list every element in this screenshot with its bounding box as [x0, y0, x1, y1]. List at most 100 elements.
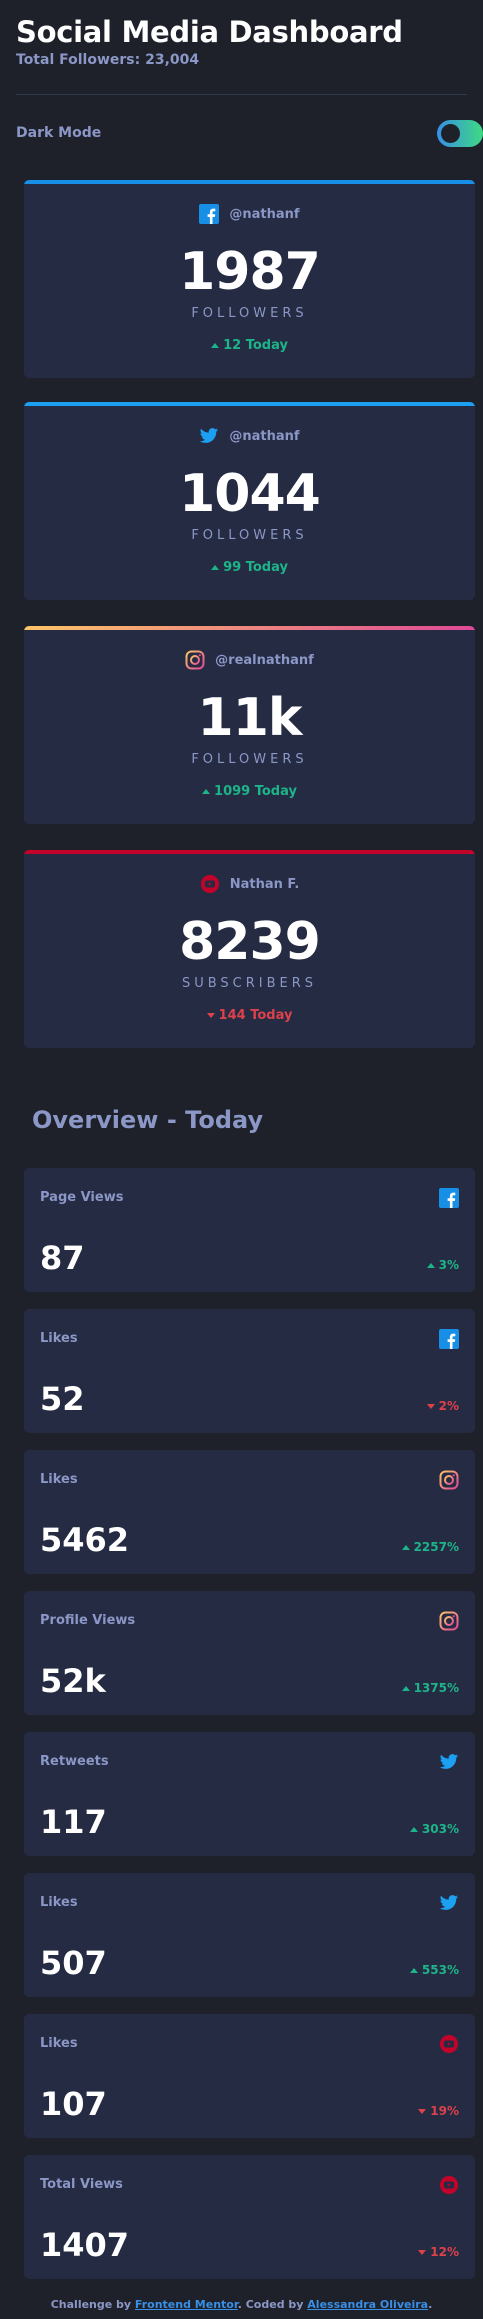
total-followers: Total Followers: 23,004: [16, 52, 200, 68]
follower-card-instagram[interactable]: @realnathanf 11k FOLLOWERS 1099 Today: [24, 626, 475, 824]
overview-label: Likes: [40, 2036, 78, 2051]
arrow-down-icon: [418, 2108, 427, 2114]
toggle-knob: [441, 124, 460, 143]
youtube-icon: [439, 2034, 459, 2054]
follower-card-twitter[interactable]: @nathanf 1044 FOLLOWERS 99 Today: [24, 402, 475, 600]
card-change: 1099 Today: [24, 784, 475, 799]
overview-change: 2%: [426, 1399, 459, 1413]
facebook-icon: [439, 1188, 459, 1208]
footer-suffix: .: [428, 2298, 433, 2311]
card-unit: FOLLOWERS: [191, 306, 308, 321]
overview-change-text: 303%: [421, 1822, 459, 1836]
arrow-up-icon: [409, 1967, 418, 1973]
arrow-down-icon: [426, 1403, 435, 1409]
card-handle: @nathanf: [229, 428, 300, 444]
overview-change-text: 3%: [438, 1258, 459, 1272]
follower-card-youtube[interactable]: Nathan F. 8239 SUBSCRIBERS 144 Today: [24, 850, 475, 1048]
youtube-icon: [200, 874, 220, 894]
facebook-icon: [439, 1329, 459, 1349]
arrow-up-icon: [409, 1826, 418, 1832]
overview-value: 87: [40, 1239, 85, 1277]
arrow-up-icon: [426, 1262, 435, 1268]
overview-card[interactable]: Likes 5462 2257%: [24, 1450, 475, 1574]
card-unit: SUBSCRIBERS: [181, 976, 318, 991]
overview-card[interactable]: Likes 52 2%: [24, 1309, 475, 1433]
instagram-icon: [439, 1611, 459, 1631]
overview-label: Page Views: [40, 1190, 124, 1205]
overview-label: Profile Views: [40, 1613, 136, 1628]
overview-label: Total Views: [40, 2177, 123, 2192]
overview-label: Likes: [40, 1895, 78, 1910]
overview-value: 507: [40, 1944, 107, 1982]
arrow-up-icon: [202, 789, 211, 794]
footer-middle: . Coded by: [237, 2298, 308, 2311]
card-unit: FOLLOWERS: [191, 752, 308, 767]
overview-change: 19%: [418, 2104, 459, 2118]
overview-label: Retweets: [40, 1754, 109, 1769]
overview-change-text: 1375%: [413, 1681, 459, 1695]
card-count: 1987: [179, 242, 321, 302]
overview-card[interactable]: Profile Views 52k 1375%: [24, 1591, 475, 1715]
follower-card-facebook[interactable]: @nathanf 1987 FOLLOWERS 12 Today: [24, 180, 475, 378]
overview-label: Likes: [40, 1472, 78, 1487]
overview-value: 1407: [40, 2226, 130, 2264]
overview-value: 52k: [40, 1662, 106, 1700]
card-count: 1044: [179, 464, 321, 524]
overview-card[interactable]: Page Views 87 3%: [24, 1168, 475, 1292]
overview-title: Overview - Today: [32, 1106, 264, 1134]
arrow-down-icon: [206, 1013, 215, 1018]
twitter-icon: [199, 426, 219, 446]
instagram-icon: [439, 1470, 459, 1490]
arrow-up-icon: [401, 1544, 410, 1550]
overview-value: 52: [40, 1380, 85, 1418]
card-change: 99 Today: [24, 560, 475, 575]
card-change-text: 99 Today: [223, 560, 288, 575]
overview-value: 5462: [40, 1521, 130, 1559]
overview-label: Likes: [40, 1331, 78, 1346]
card-handle: @nathanf: [229, 206, 300, 222]
twitter-icon: [439, 1752, 459, 1772]
overview-value: 117: [40, 1803, 107, 1841]
instagram-icon: [185, 650, 205, 670]
card-handle: @realnathanf: [215, 652, 314, 668]
frontend-mentor-link[interactable]: Frontend Mentor: [135, 2298, 238, 2311]
card-change-text: 144 Today: [218, 1008, 293, 1023]
dark-mode-row: Dark Mode: [16, 120, 483, 148]
card-change-text: 1099 Today: [214, 784, 297, 799]
card-change-text: 12 Today: [223, 338, 288, 353]
arrow-up-icon: [211, 343, 220, 348]
overview-card[interactable]: Retweets 117 303%: [24, 1732, 475, 1856]
card-change: 12 Today: [24, 338, 475, 353]
youtube-icon: [439, 2175, 459, 2195]
card-accent-bar: [24, 402, 475, 406]
arrow-down-icon: [418, 2249, 427, 2255]
overview-change: 2257%: [401, 1540, 459, 1554]
footer: Challenge by Frontend Mentor. Coded by A…: [0, 2298, 483, 2311]
overview-card[interactable]: Likes 107 19%: [24, 2014, 475, 2138]
overview-change-text: 12%: [430, 2245, 459, 2259]
overview-change: 303%: [409, 1822, 459, 1836]
overview-change-text: 553%: [421, 1963, 459, 1977]
overview-change: 12%: [418, 2245, 459, 2259]
overview-card[interactable]: Likes 507 553%: [24, 1873, 475, 1997]
card-unit: FOLLOWERS: [191, 528, 308, 543]
overview-value: 107: [40, 2085, 107, 2123]
card-count: 8239: [179, 912, 321, 972]
dark-mode-toggle[interactable]: [437, 120, 483, 147]
overview-change: 553%: [409, 1963, 459, 1977]
card-accent-bar: [24, 626, 475, 630]
overview-card[interactable]: Total Views 1407 12%: [24, 2155, 475, 2279]
arrow-up-icon: [211, 565, 220, 570]
twitter-icon: [439, 1893, 459, 1913]
dark-mode-label: Dark Mode: [16, 125, 102, 141]
card-accent-bar: [24, 850, 475, 854]
author-link[interactable]: Alessandra Oliveira: [307, 2298, 428, 2311]
overview-change-text: 19%: [430, 2104, 459, 2118]
overview-change: 1375%: [401, 1681, 459, 1695]
card-accent-bar: [24, 180, 475, 184]
card-change: 144 Today: [24, 1008, 475, 1023]
footer-prefix: Challenge by: [50, 2298, 135, 2311]
page-title: Social Media Dashboard: [16, 15, 403, 49]
page-header: Social Media Dashboard Total Followers: …: [16, 14, 467, 68]
facebook-icon: [199, 204, 220, 224]
